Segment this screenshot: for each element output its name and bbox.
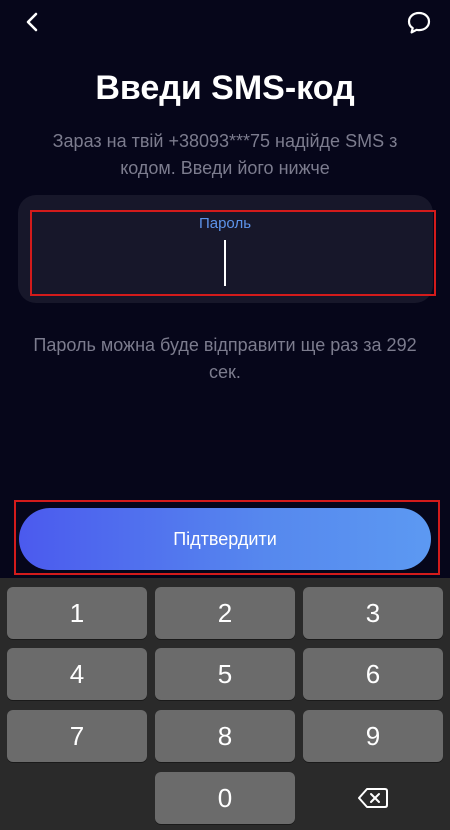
code-field-highlight — [30, 210, 436, 296]
key-1[interactable]: 1 — [7, 587, 147, 639]
chevron-left-icon — [26, 12, 38, 32]
key-8[interactable]: 8 — [155, 710, 295, 762]
key-3[interactable]: 3 — [303, 587, 443, 639]
key-4[interactable]: 4 — [7, 648, 147, 700]
key-6[interactable]: 6 — [303, 648, 443, 700]
chat-bubble-icon — [407, 11, 431, 34]
key-2[interactable]: 2 — [155, 587, 295, 639]
confirm-button[interactable]: Підтвердити — [19, 508, 431, 570]
subtitle-text: Зараз на твій +38093***75 надійде SMS з … — [52, 131, 398, 178]
key-5[interactable]: 5 — [155, 648, 295, 700]
key-9[interactable]: 9 — [303, 710, 443, 762]
backspace-key[interactable] — [303, 773, 443, 823]
chat-button[interactable] — [404, 8, 434, 38]
page-title: Введи SMS-код — [95, 69, 355, 107]
sms-code-screen: Введи SMS-код Зараз на твій +38093***75 … — [0, 0, 450, 830]
back-button[interactable] — [18, 8, 46, 36]
key-0[interactable]: 0 — [155, 772, 295, 824]
resend-hint: Пароль можна буде відправити ще раз за 2… — [33, 335, 417, 382]
key-7[interactable]: 7 — [7, 710, 147, 762]
backspace-icon — [358, 788, 388, 808]
